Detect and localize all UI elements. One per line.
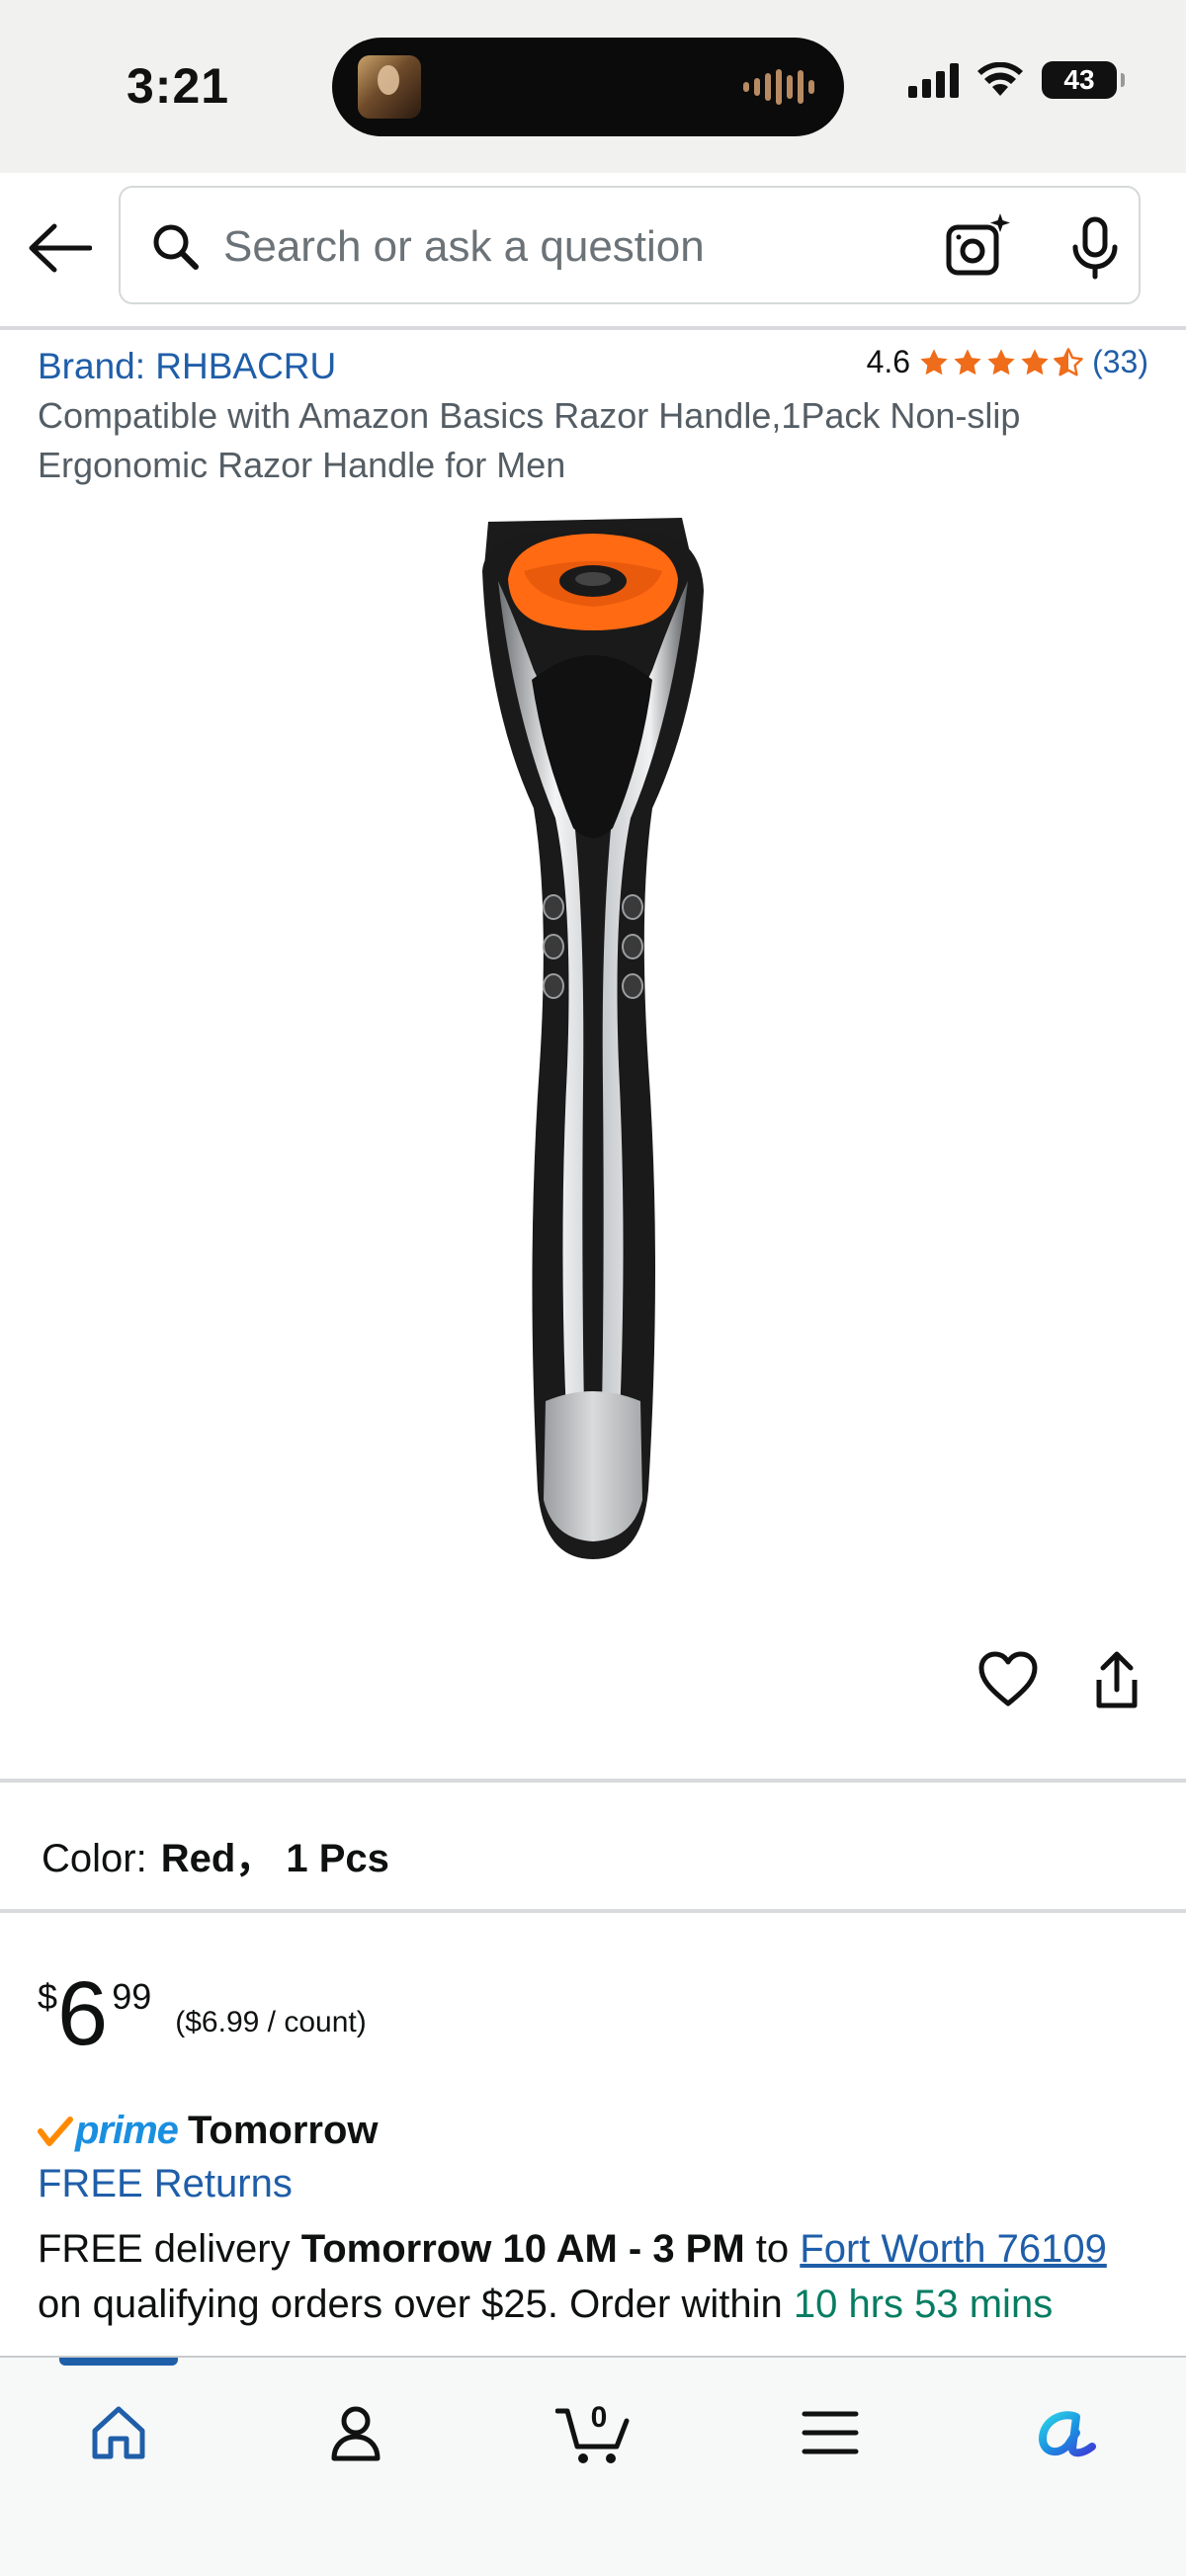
audio-waveform-icon: [743, 67, 814, 107]
handle-grip-dot: [543, 934, 564, 959]
star-full-icon: [987, 348, 1015, 374]
search-bar[interactable]: [119, 186, 1141, 304]
bottom-nav: 0: [0, 2356, 1186, 2576]
status-bar: 3:21 43: [0, 0, 1186, 173]
color-variant-selector[interactable]: Color: Red， 1 Pcs: [42, 1826, 389, 1883]
heart-outline-icon: [978, 1651, 1038, 1706]
delivery-prefix: FREE delivery: [38, 2227, 301, 2271]
search-icon: [153, 224, 199, 270]
handle-grip-dot: [543, 894, 564, 920]
now-playing-artwork: [358, 55, 421, 119]
price: $ 6 99 ($6.99 / count): [38, 1968, 367, 2059]
product-image[interactable]: [455, 512, 731, 1569]
battery-icon: 43: [1042, 61, 1125, 99]
rufus-ai-icon: [1039, 2411, 1096, 2457]
menu-icon: [802, 2411, 859, 2454]
share-icon: [1096, 1651, 1138, 1708]
nav-cart[interactable]: 0: [553, 2393, 636, 2472]
voice-search-button[interactable]: [1058, 209, 1133, 285]
price-currency: $: [38, 1976, 58, 2017]
handle-grip-dot: [543, 973, 564, 999]
cellular-signal-icon: [908, 62, 959, 98]
prime-check-icon: [38, 2116, 73, 2146]
handle-grip-dot: [622, 894, 643, 920]
battery-level: 43: [1063, 64, 1095, 95]
status-time: 3:21: [127, 58, 230, 114]
handle-grip-dot: [622, 934, 643, 959]
color-label: Color:: [42, 1837, 147, 1880]
person-icon: [331, 2406, 381, 2461]
search-input[interactable]: [223, 206, 1014, 289]
microphone-icon: [1072, 216, 1118, 280]
section-divider: [0, 1779, 1186, 1783]
back-button[interactable]: [24, 212, 95, 284]
brand-link[interactable]: Brand: RHBACRU: [38, 346, 336, 387]
prime-badge: prime Tomorrow: [38, 2109, 379, 2153]
star-full-icon: [954, 348, 981, 374]
free-returns-link[interactable]: FREE Returns: [38, 2162, 293, 2206]
nav-menu[interactable]: [791, 2393, 870, 2472]
section-divider: [0, 1909, 1186, 1913]
nav-home[interactable]: [79, 2393, 158, 2472]
prime-delivery-day: Tomorrow: [187, 2109, 379, 2152]
home-icon: [92, 2406, 145, 2459]
star-rating: [918, 347, 1084, 378]
handle-grip-dot: [622, 973, 643, 999]
rating-value: 4.6: [866, 344, 911, 379]
camera-sparkle-icon: [946, 213, 1010, 276]
order-countdown: 10 hrs 53 mins: [793, 2283, 1054, 2326]
arrow-left-icon: [29, 223, 92, 273]
active-tab-indicator: [59, 2358, 178, 2366]
handle-pivot-button: [575, 572, 611, 586]
star-full-icon: [1021, 348, 1049, 374]
wifi-icon: [977, 62, 1023, 96]
color-value: Red， 1 Pcs: [160, 1837, 389, 1880]
delivery-suffix: on qualifying orders over $25. Order wit…: [38, 2283, 794, 2326]
share-button[interactable]: [1087, 1650, 1146, 1713]
delivery-window: Tomorrow 10 AM - 3 PM: [300, 2227, 745, 2271]
delivery-message: FREE delivery Tomorrow 10 AM - 3 PM to F…: [38, 2221, 1154, 2350]
unit-price: ($6.99 / count): [175, 2006, 367, 2038]
add-to-wishlist-button[interactable]: [976, 1648, 1040, 1711]
product-title: Compatible with Amazon Basics Razor Hand…: [38, 395, 1021, 485]
cart-icon: 0: [555, 2401, 630, 2463]
price-fraction: 99: [112, 1976, 152, 2017]
dynamic-island[interactable]: [332, 38, 844, 136]
handle-lower-panel: [544, 1391, 642, 1541]
header-divider: [0, 326, 1186, 330]
cart-count: 0: [591, 2401, 608, 2434]
star-full-icon: [920, 348, 948, 374]
nav-account[interactable]: [316, 2393, 395, 2472]
prime-logo: prime: [75, 2109, 179, 2152]
rating-count-link[interactable]: (33): [1092, 344, 1148, 380]
rating-summary[interactable]: 4.6 (33): [867, 344, 1148, 380]
price-whole: 6: [57, 1963, 109, 2064]
camera-search-button[interactable]: [941, 209, 1016, 285]
star-half-icon: [1054, 347, 1083, 375]
delivery-location-link[interactable]: Fort Worth 76109: [800, 2227, 1107, 2271]
nav-rufus-ai[interactable]: [1028, 2393, 1107, 2472]
delivery-to: to: [744, 2227, 801, 2271]
status-indicators: 43: [908, 61, 1125, 99]
